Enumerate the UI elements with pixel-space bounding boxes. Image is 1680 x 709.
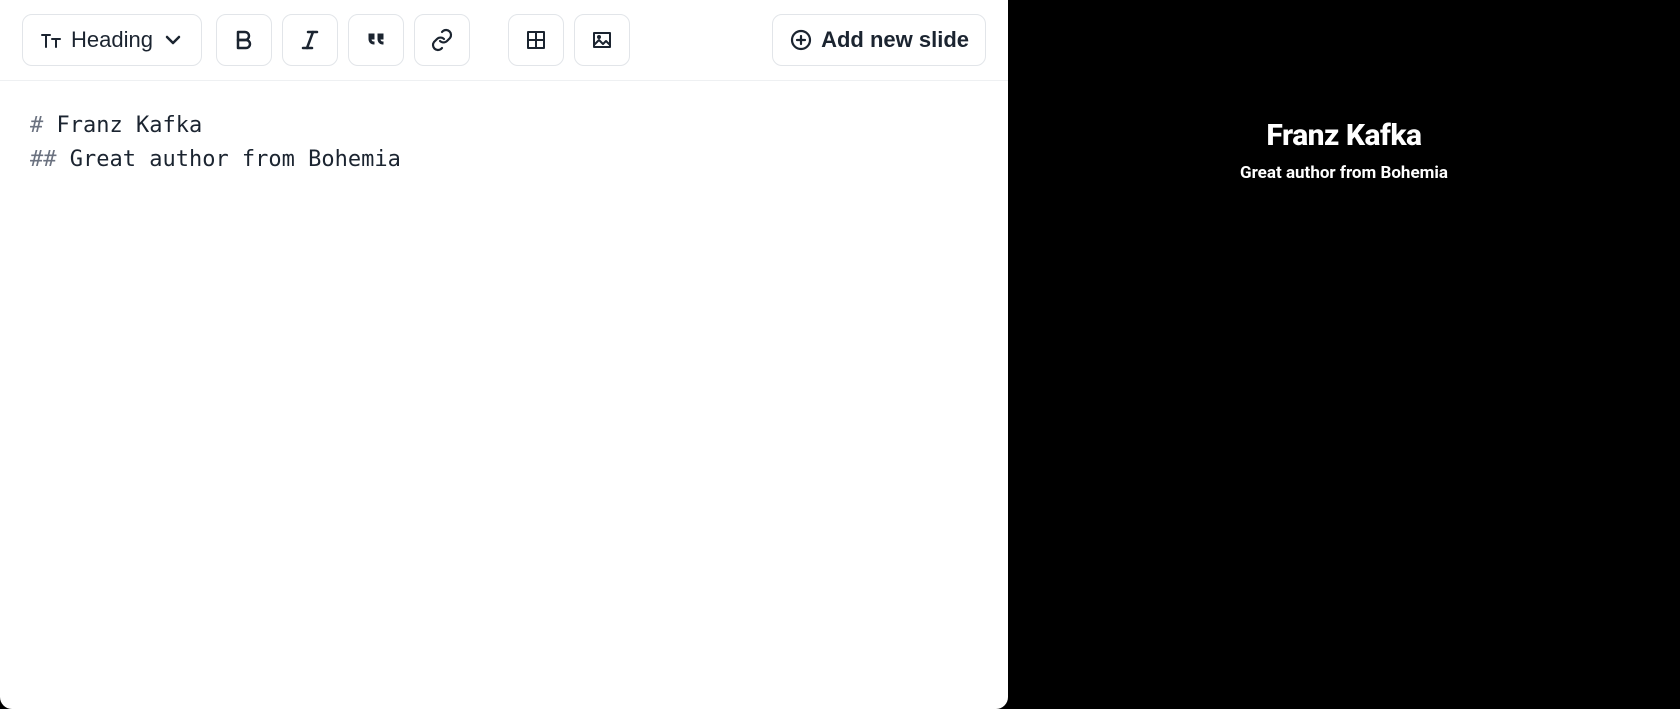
slide-preview: Franz Kafka Great author from Bohemia: [1008, 0, 1680, 709]
line2-text: Great author from Bohemia: [70, 147, 401, 172]
link-button[interactable]: [414, 14, 470, 66]
add-slide-label: Add new slide: [821, 27, 969, 53]
line1-text: Franz Kafka: [57, 113, 203, 138]
italic-icon: [298, 28, 322, 52]
image-icon: [590, 28, 614, 52]
editor-pane: Heading: [0, 0, 1008, 709]
toolbar: Heading: [0, 0, 1008, 81]
plus-circle-icon: [789, 28, 813, 52]
preview-subtitle: Great author from Bohemia: [1240, 163, 1448, 183]
markdown-editor[interactable]: # Franz Kafka ## Great author from Bohem…: [0, 81, 1008, 709]
heading-dropdown-label: Heading: [71, 27, 153, 53]
bold-button[interactable]: [216, 14, 272, 66]
editor-line-2: ## Great author from Bohemia: [30, 143, 978, 177]
h2-marker: ##: [30, 147, 70, 172]
h1-marker: #: [30, 113, 57, 138]
bold-icon: [232, 28, 256, 52]
table-icon: [524, 28, 548, 52]
image-button[interactable]: [574, 14, 630, 66]
format-group: [216, 14, 470, 66]
editor-line-1: # Franz Kafka: [30, 109, 978, 143]
text-size-icon: [39, 28, 63, 52]
quote-button[interactable]: [348, 14, 404, 66]
table-button[interactable]: [508, 14, 564, 66]
quote-icon: [364, 28, 388, 52]
chevron-down-icon: [161, 28, 185, 52]
heading-dropdown[interactable]: Heading: [22, 14, 202, 66]
preview-title: Franz Kafka: [1266, 118, 1421, 153]
link-icon: [430, 28, 454, 52]
add-slide-button[interactable]: Add new slide: [772, 14, 986, 66]
insert-group: [508, 14, 630, 66]
italic-button[interactable]: [282, 14, 338, 66]
